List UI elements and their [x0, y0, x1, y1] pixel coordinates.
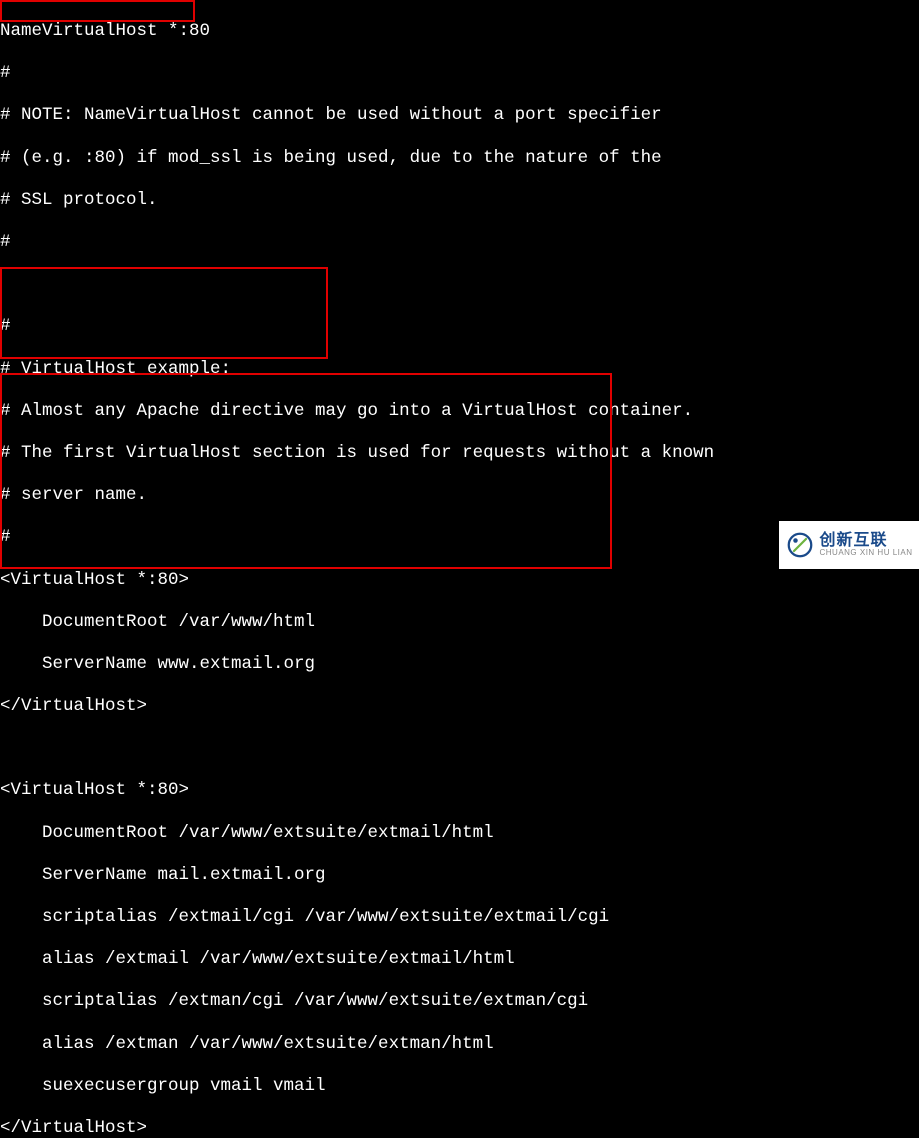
config-line: #: [0, 232, 919, 253]
config-line: <VirtualHost *:80>: [0, 780, 919, 801]
config-line: ServerName www.extmail.org: [0, 654, 919, 675]
config-line: # Almost any Apache directive may go int…: [0, 401, 919, 422]
config-line: # SSL protocol.: [0, 190, 919, 211]
logo-cn-text: 创新互联: [819, 532, 912, 550]
config-line: # (e.g. :80) if mod_ssl is being used, d…: [0, 148, 919, 169]
logo-en-text: CHUANG XIN HU LIAN: [819, 549, 912, 558]
config-line: #: [0, 63, 919, 84]
terminal-output: NameVirtualHost *:80 # # NOTE: NameVirtu…: [0, 0, 919, 1138]
config-line: scriptalias /extmail/cgi /var/www/extsui…: [0, 907, 919, 928]
config-line: alias /extman /var/www/extsuite/extman/h…: [0, 1034, 919, 1055]
config-line: DocumentRoot /var/www/html: [0, 612, 919, 633]
config-line: # server name.: [0, 485, 919, 506]
config-line: <VirtualHost *:80>: [0, 570, 919, 591]
config-line: </VirtualHost>: [0, 1118, 919, 1138]
logo-text: 创新互联 CHUANG XIN HU LIAN: [819, 532, 912, 558]
config-line: [0, 274, 919, 295]
config-line: DocumentRoot /var/www/extsuite/extmail/h…: [0, 823, 919, 844]
config-line: ServerName mail.extmail.org: [0, 865, 919, 886]
config-line: suexecusergroup vmail vmail: [0, 1076, 919, 1097]
config-line: # NOTE: NameVirtualHost cannot be used w…: [0, 105, 919, 126]
config-line: # The first VirtualHost section is used …: [0, 443, 919, 464]
config-line: scriptalias /extman/cgi /var/www/extsuit…: [0, 991, 919, 1012]
config-line: NameVirtualHost *:80: [0, 21, 919, 42]
config-line: #: [0, 316, 919, 337]
logo-icon: [785, 530, 815, 560]
config-line: # VirtualHost example:: [0, 359, 919, 380]
config-line: </VirtualHost>: [0, 696, 919, 717]
watermark-logo: 创新互联 CHUANG XIN HU LIAN: [779, 521, 919, 569]
config-line: alias /extmail /var/www/extsuite/extmail…: [0, 949, 919, 970]
config-line: [0, 738, 919, 759]
